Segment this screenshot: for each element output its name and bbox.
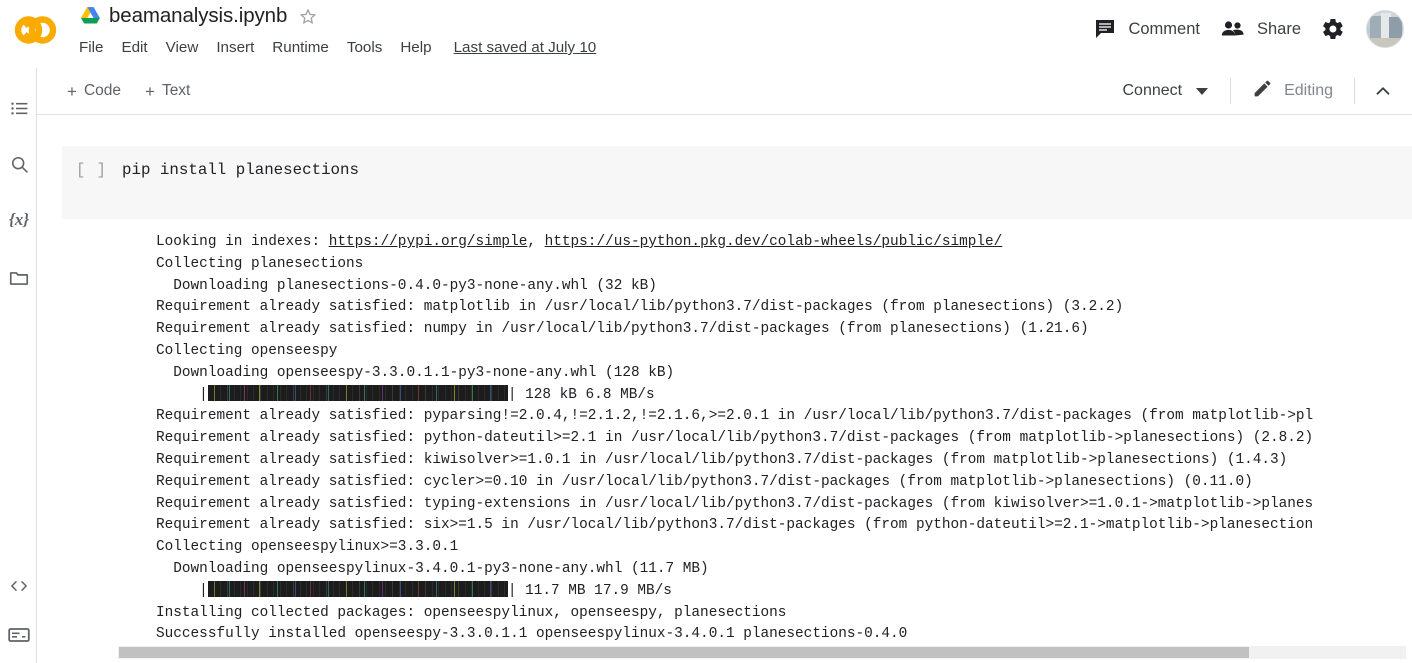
user-avatar[interactable] (1366, 10, 1404, 48)
add-code-cell-button[interactable]: + Code (61, 79, 127, 103)
list-icon (9, 98, 30, 119)
toolbar-right: Connect Editing (1113, 68, 1402, 114)
output-text: | (156, 387, 208, 403)
notebook-body: [ ] pip install planesections Looking in… (38, 116, 1412, 640)
progress-status-text: | 128 kB 6.8 MB/s (508, 387, 655, 403)
cell-output: Looking in indexes: https://pypi.org/sim… (156, 232, 1412, 640)
output-text: Requirement already satisfied: six>=1.5 … (156, 515, 1412, 537)
output-text: Collecting openseespylinux>=3.3.0.1 (156, 537, 1412, 559)
chevron-down-icon[interactable] (1196, 88, 1208, 95)
add-code-label: Code (84, 82, 121, 100)
output-text: Requirement already satisfied: typing-ex… (156, 494, 1412, 516)
output-line: | | 128 kB 6.8 MB/s (156, 385, 1412, 407)
toolbar-divider (1354, 78, 1355, 104)
output-text: Requirement already satisfied: python-da… (156, 428, 1412, 450)
output-line: | | 11.7 MB 17.9 MB/s (156, 581, 1412, 603)
chevron-up-icon[interactable] (1372, 80, 1394, 102)
code-editor[interactable]: pip install planesections (122, 161, 359, 179)
output-text: Successfully installed openseespy-3.3.0.… (156, 624, 1412, 640)
sidebar-item-table-of-contents[interactable] (5, 94, 33, 122)
avatar-image-detail (1389, 17, 1402, 40)
gear-icon (1321, 17, 1345, 41)
download-progress-bar (208, 385, 508, 401)
header-actions: Comment Share (1081, 6, 1404, 52)
pencil-icon (1252, 78, 1273, 104)
output-link[interactable]: https://pypi.org/simple (329, 234, 528, 250)
output-line: Looking in indexes: https://pypi.org/sim… (156, 232, 1412, 254)
output-text: Downloading openseespylinux-3.4.0.1-py3-… (156, 559, 1412, 581)
sidebar-item-code-snippets[interactable] (5, 572, 33, 600)
output-text: Collecting planesections (156, 254, 1412, 276)
comment-label: Comment (1128, 20, 1200, 39)
scrollbar-thumb[interactable] (119, 647, 1249, 658)
output-text: Looking in indexes: (156, 234, 329, 250)
settings-button[interactable] (1313, 12, 1353, 46)
people-icon (1220, 18, 1246, 40)
output-text: Requirement already satisfied: cycler>=0… (156, 472, 1412, 494)
output-text: Installing collected packages: openseesp… (156, 603, 1412, 625)
terminal-icon (7, 624, 31, 646)
horizontal-scrollbar[interactable] (118, 646, 1406, 659)
output-text: Downloading planesections-0.4.0-py3-none… (156, 276, 1412, 298)
sidebar-item-files[interactable] (5, 264, 33, 292)
star-outline-icon[interactable] (287, 6, 318, 26)
add-text-label: Text (162, 82, 190, 100)
progress-status-text: | 11.7 MB 17.9 MB/s (508, 583, 672, 599)
comment-button[interactable]: Comment (1085, 12, 1208, 46)
output-text: , (527, 234, 544, 250)
plus-icon: + (145, 83, 155, 100)
avatar-image-detail (1367, 38, 1403, 47)
sidebar-item-variables[interactable]: {x} (5, 206, 33, 234)
sidebar-item-find-and-replace[interactable] (5, 150, 33, 178)
notebook-toolbar: + Code + Text Connect Editing (37, 68, 1412, 115)
menu-view[interactable]: View (157, 37, 208, 59)
app-header: beamanalysis.ipynb File Edit View Insert… (0, 0, 1412, 68)
download-progress-bar (208, 581, 508, 597)
menu-edit[interactable]: Edit (112, 37, 156, 59)
connect-label: Connect (1122, 82, 1182, 100)
toolbar-left: + Code + Text (61, 68, 208, 114)
menu-tools[interactable]: Tools (338, 37, 391, 59)
output-text: Requirement already satisfied: pyparsing… (156, 406, 1412, 428)
menu-bar: File Edit View Insert Runtime Tools Help… (79, 37, 596, 59)
search-icon (9, 154, 30, 175)
google-drive-icon (80, 6, 109, 26)
output-link[interactable]: https://us-python.pkg.dev/colab-wheels/p… (545, 234, 1003, 250)
cell-run-indicator[interactable]: [ ] (76, 161, 107, 179)
output-text: Requirement already satisfied: matplotli… (156, 297, 1412, 319)
menu-file[interactable]: File (79, 37, 112, 59)
code-cell[interactable]: [ ] pip install planesections (62, 146, 1412, 219)
editing-mode-button[interactable]: Editing (1244, 73, 1341, 109)
toolbar-divider (1230, 78, 1231, 104)
output-text: Collecting openseespy (156, 341, 1412, 363)
output-text: Requirement already satisfied: numpy in … (156, 319, 1412, 341)
code-brackets-icon (8, 575, 30, 597)
menu-help[interactable]: Help (391, 37, 440, 59)
colab-app: beamanalysis.ipynb File Edit View Insert… (0, 0, 1412, 663)
menu-runtime[interactable]: Runtime (263, 37, 338, 59)
output-text: Requirement already satisfied: kiwisolve… (156, 450, 1412, 472)
share-label: Share (1257, 20, 1301, 39)
folder-icon (8, 267, 30, 289)
menu-insert[interactable]: Insert (207, 37, 263, 59)
sidebar-item-terminal[interactable] (5, 621, 33, 649)
connect-button[interactable]: Connect (1113, 77, 1217, 105)
document-title-row: beamanalysis.ipynb (80, 1, 318, 31)
page-title[interactable]: beamanalysis.ipynb (109, 4, 287, 28)
colab-logo[interactable] (8, 6, 60, 54)
variables-icon: {x} (9, 210, 29, 230)
comment-icon (1093, 17, 1117, 41)
share-button[interactable]: Share (1212, 13, 1309, 45)
last-saved-label[interactable]: Last saved at July 10 (454, 37, 597, 59)
output-text: | (156, 583, 208, 599)
plus-icon: + (67, 83, 77, 100)
editing-label: Editing (1284, 82, 1333, 100)
add-text-cell-button[interactable]: + Text (139, 79, 196, 103)
output-text: Downloading openseespy-3.3.0.1.1-py3-non… (156, 363, 1412, 385)
left-sidebar: {x} (0, 68, 37, 663)
